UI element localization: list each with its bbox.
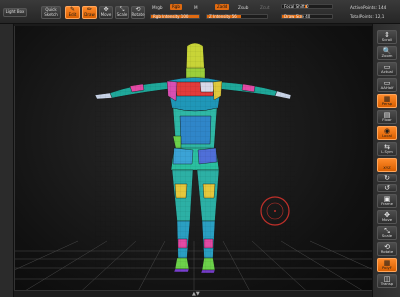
rotate-button[interactable]: ⟲ Rotate [131,6,145,19]
scale-button[interactable]: ⤡ Scale [115,6,129,19]
lightbox-button[interactable]: Light Box [3,8,27,17]
shelf-label: Rotate [380,249,394,254]
shelf-button-floor[interactable]: ▤ Floor [377,110,397,124]
m-toggle[interactable]: M [194,5,198,10]
shelf-icon: ↺ [384,183,390,192]
rgb-intensity-slider[interactable]: Rgb Intensity 100 [150,14,200,19]
shelf-icon: ↻ [384,173,390,182]
shelf-button-persp[interactable]: ▦ Persp [377,94,397,108]
draw-size-slider[interactable]: Draw Size 40 [281,14,333,19]
shelf-label: Persp [381,101,393,106]
draw-button[interactable]: ✏ Draw [82,6,97,19]
z-intensity-label: Z Intensity 56 [209,14,237,19]
shelf-label: Scale [381,233,393,238]
zadd-toggle[interactable]: Zadd [215,4,230,10]
shelf-button-zoom[interactable]: 🔍 Zoom [377,46,397,60]
shelf-button-actual[interactable]: ▭ Actual [377,62,397,76]
zsub-toggle[interactable]: Zsub [238,5,248,10]
scene [15,40,372,297]
shelf-label: Actual [381,69,393,74]
right-shelf: ⇕ Scroll 🔍 Zoom ▭ Actual ▭ AAHalf ▦ Persp ▤ Floor ◉ L… [372,24,400,297]
quick-sketch-label-2: Sketch [44,11,58,17]
quick-sketch-button[interactable]: Quick Sketch [41,6,61,19]
shelf-button-l-sym[interactable]: ⇆ L.Sym [377,142,397,156]
draw-label: Draw [84,11,95,17]
edit-label: Edit [68,11,77,17]
shelf-button-rotate[interactable]: ⟲ Rotate [377,242,397,256]
axis-gizmo-icon: ▲▼ [192,291,200,297]
shelf-button-item-10[interactable]: ↺ [377,184,397,192]
rgb-intensity-label: Rgb Intensity 100 [153,14,189,19]
move-label: Move [100,11,112,17]
shelf-button-xyz[interactable]: XYZ [377,158,397,172]
rgb-toggle[interactable]: Rgb [170,4,182,10]
rotate-label: Rotate [131,11,145,17]
focal-shift-slider[interactable]: Focal Shift 0 [281,4,333,9]
shelf-label: Scroll [381,37,393,42]
shelf-label: Floor [382,117,392,122]
focal-shift-label: Focal Shift 0 [284,4,309,9]
shelf-button-local[interactable]: ◉ Local [377,126,397,140]
z-intensity-slider[interactable]: Z Intensity 56 [206,14,268,19]
shelf-button-item-9[interactable]: ↻ [377,174,397,182]
shelf-label: Zoom [381,53,393,58]
shelf-button-transp[interactable]: ◫ Transp [377,274,397,288]
active-points: ActivePoints: 144 [350,5,387,10]
mrgb-toggle[interactable]: Mrgb [152,5,163,10]
shelf-label: XYZ [383,165,391,170]
shelf-button-scale[interactable]: ⤡ Scale [377,226,397,240]
shelf-label: PolyF [382,265,392,270]
draw-size-label: Draw Size 40 [284,14,311,19]
bottom-tray: ▲▼ [14,290,372,297]
move-button[interactable]: ✥ Move [99,6,113,19]
edit-button[interactable]: ✎ Edit [65,6,80,19]
shelf-label: Frame [381,201,393,206]
shelf-button-aahalf[interactable]: ▭ AAHalf [377,78,397,92]
shelf-button-polyf[interactable]: ▦ PolyF [377,258,397,272]
scale-label: Scale [116,11,128,17]
shelf-button-move[interactable]: ✥ Move [377,210,397,224]
top-toolbar: Light Box Quick Sketch ✎ Edit ✏ Draw ✥ M… [0,0,400,24]
total-points: TotalPoints: 12,1 [350,14,385,19]
zcut-toggle[interactable]: Zcut [260,5,269,10]
shelf-label: Move [381,217,393,222]
character-model[interactable] [94,40,295,274]
shelf-label: Local [382,133,392,138]
left-tray [0,24,14,297]
shelf-button-frame[interactable]: ▣ Frame [377,194,397,208]
shelf-label: AAHalf [380,85,394,90]
shelf-label: L.Sym [381,149,393,154]
shelf-label: Transp [380,281,394,286]
shelf-button-scroll[interactable]: ⇕ Scroll [377,30,397,44]
canvas-viewport[interactable] [14,26,372,297]
